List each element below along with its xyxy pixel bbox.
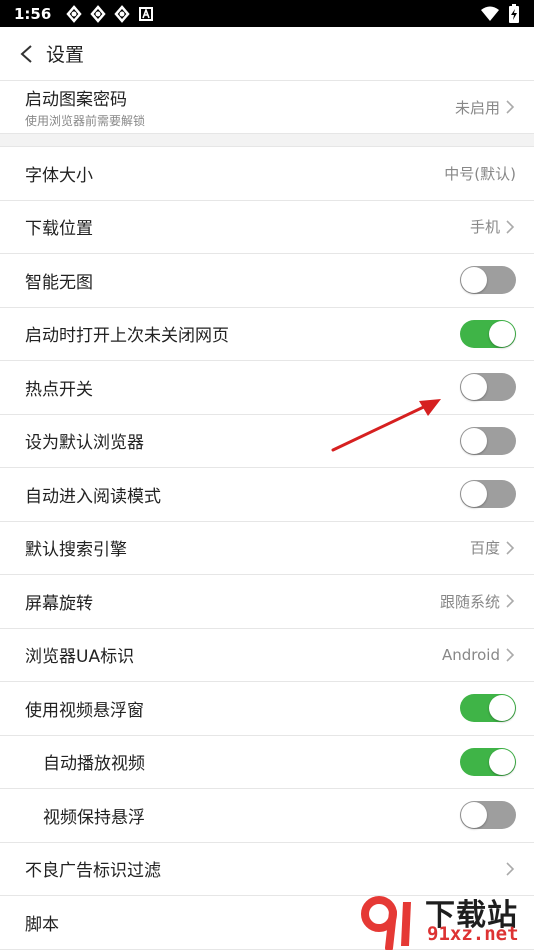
video-float-toggle[interactable] [460, 694, 516, 723]
toggle-knob [461, 267, 487, 294]
status-time: 1:56 [14, 4, 52, 23]
toggle-knob [461, 374, 487, 401]
chevron-left-icon[interactable] [16, 43, 38, 65]
toggle-knob [461, 802, 487, 829]
setting-row-ad-filter[interactable]: 不良广告标识过滤 [0, 843, 534, 896]
sync-icon [66, 4, 82, 23]
setting-row-restore-pages: 启动时打开上次未关闭网页 [0, 308, 534, 361]
reading-mode-toggle[interactable] [460, 480, 516, 509]
setting-label: 下载位置 [25, 219, 93, 240]
status-bar: 1:56 [0, 0, 534, 27]
toggle-knob [489, 320, 515, 347]
setting-label: 脚本 [25, 914, 59, 935]
status-right [480, 4, 520, 24]
a-badge-icon [139, 6, 154, 21]
setting-label: 热点开关 [25, 379, 93, 400]
chevron-right-icon [506, 541, 515, 555]
setting-row-script[interactable]: 脚本 [0, 896, 534, 950]
setting-row-screen-rotation[interactable]: 屏幕旋转 跟随系统 [0, 575, 534, 629]
setting-value: 百度 [469, 539, 500, 558]
setting-value: 跟随系统 [439, 592, 500, 611]
header: 设置 [0, 27, 534, 81]
setting-label: 启动时打开上次未关闭网页 [25, 326, 229, 347]
sync-icon [90, 4, 106, 23]
setting-row-user-agent[interactable]: 浏览器UA标识 Android [0, 629, 534, 682]
chevron-right-icon [506, 594, 515, 608]
toggle-knob [461, 481, 487, 508]
setting-value: 中号(默认) [444, 164, 516, 183]
setting-label: 自动播放视频 [43, 754, 145, 775]
setting-value: Android [442, 645, 500, 664]
setting-row-search-engine[interactable]: 默认搜索引擎 百度 [0, 522, 534, 575]
toggle-knob [461, 427, 487, 454]
wifi-icon [481, 6, 499, 21]
battery-charging-icon [509, 4, 519, 23]
setting-label: 不良广告标识过滤 [25, 861, 161, 882]
keep-floating-toggle[interactable] [460, 801, 516, 830]
autoplay-video-toggle[interactable] [460, 747, 516, 776]
setting-label: 自动进入阅读模式 [25, 486, 161, 507]
setting-label: 默认搜索引擎 [25, 540, 127, 561]
setting-label: 字体大小 [25, 165, 93, 186]
setting-sublabel: 使用浏览器前需要解锁 [25, 114, 146, 128]
setting-row-default-browser: 设为默认浏览器 [0, 415, 534, 468]
hotspot-toggle[interactable] [460, 373, 516, 402]
sync-icon [114, 4, 130, 23]
setting-label: 浏览器UA标识 [25, 647, 135, 668]
default-browser-toggle[interactable] [460, 426, 516, 455]
setting-label: 使用视频悬浮窗 [25, 700, 144, 721]
setting-label: 智能无图 [25, 272, 93, 293]
page-title: 设置 [46, 44, 85, 66]
setting-value: 手机 [469, 218, 500, 237]
setting-row-pattern-password[interactable]: 启动图案密码 使用浏览器前需要解锁 未启用 [0, 81, 534, 134]
setting-label: 屏幕旋转 [25, 593, 93, 614]
setting-value-group: 未启用 [455, 81, 516, 133]
restore-pages-toggle[interactable] [460, 319, 516, 348]
setting-row-autoplay-video: 自动播放视频 [0, 736, 534, 789]
setting-row-reading-mode: 自动进入阅读模式 [0, 468, 534, 522]
chevron-right-icon [506, 100, 515, 114]
setting-row-font-size[interactable]: 字体大小 中号(默认) [0, 147, 534, 201]
setting-row-keep-floating: 视频保持悬浮 [0, 789, 534, 843]
chevron-right-icon [506, 220, 515, 234]
setting-row-download-location[interactable]: 下载位置 手机 [0, 201, 534, 254]
setting-label: 视频保持悬浮 [43, 807, 145, 828]
setting-row-hotspot: 热点开关 [0, 361, 534, 415]
toggle-knob [489, 748, 515, 775]
setting-label: 启动图案密码 [25, 90, 127, 110]
toggle-knob [489, 695, 515, 722]
setting-value: 未启用 [454, 98, 500, 117]
chevron-right-icon [506, 648, 515, 662]
setting-label: 设为默认浏览器 [25, 433, 144, 454]
smart-no-image-toggle[interactable] [460, 266, 516, 295]
chevron-right-icon [506, 862, 515, 876]
setting-row-video-float: 使用视频悬浮窗 [0, 682, 534, 736]
section-gap [0, 134, 534, 147]
setting-row-smart-no-image: 智能无图 [0, 254, 534, 308]
